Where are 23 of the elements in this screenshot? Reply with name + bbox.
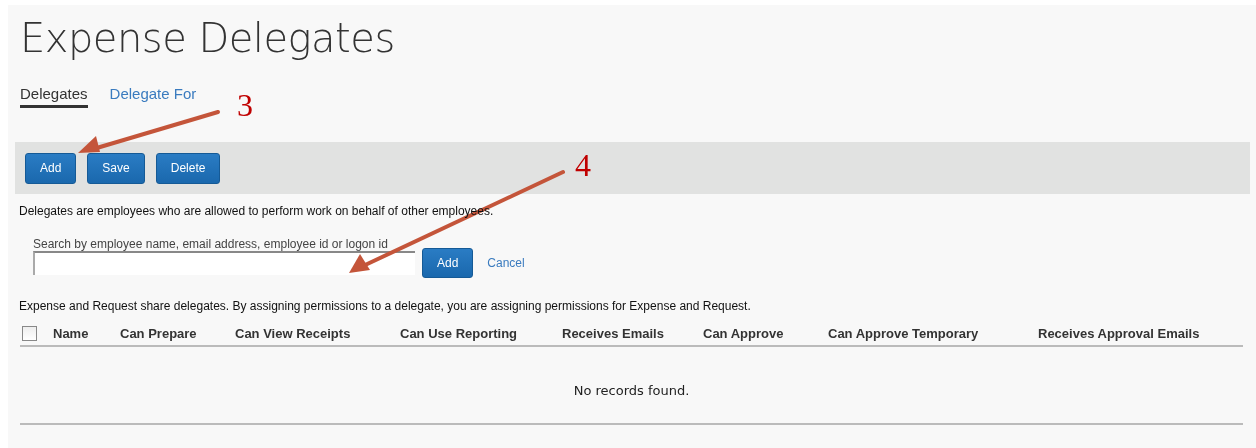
- empty-message: No records found.: [20, 347, 1243, 425]
- column-header: Can Approve: [703, 326, 785, 341]
- select-all-checkbox[interactable]: [22, 326, 37, 341]
- add-button[interactable]: Add: [422, 248, 474, 278]
- column-header: Can Use Reporting: [400, 326, 518, 341]
- search-field[interactable]: [33, 251, 415, 275]
- search-label: Search by employee name, email address, employee id or logon id: [33, 237, 389, 251]
- step-number: 3: [237, 89, 253, 121]
- column-header: Can View Receipts: [235, 326, 352, 341]
- page-title: Expense Delegates: [20, 15, 395, 61]
- column-header: Receives Emails: [562, 326, 665, 341]
- toolbar-button[interactable]: Save: [87, 152, 145, 184]
- column-header: Can Approve Temporary: [828, 326, 980, 341]
- step-number: 4: [575, 149, 591, 181]
- column-header: Receives Approval Emails: [1038, 326, 1201, 341]
- tab[interactable]: Delegates: [20, 85, 88, 108]
- share-note: Expense and Request share delegates. By assigning permissions to a delegate, you are assigning permissions for Expense and Request.: [19, 299, 751, 313]
- tab[interactable]: Delegate For: [109, 85, 197, 108]
- cancel-link[interactable]: Cancel: [487, 256, 525, 270]
- column-header: Can Prepare: [120, 326, 198, 341]
- toolbar-button[interactable]: Add: [25, 152, 77, 184]
- column-header: Name: [53, 326, 90, 341]
- toolbar-button[interactable]: Delete: [155, 152, 221, 184]
